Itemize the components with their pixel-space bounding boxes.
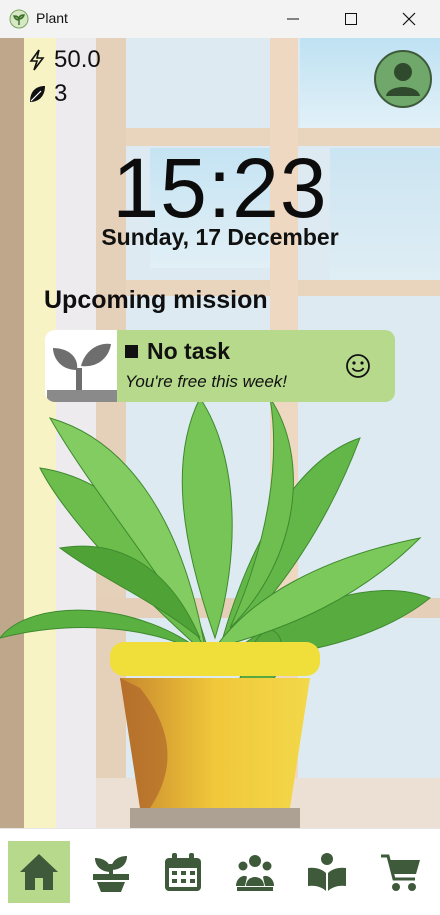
nav-shop[interactable] [370,841,432,903]
nav-home[interactable] [8,841,70,903]
calendar-icon [165,853,201,891]
energy-stat: 50.0 [28,46,101,74]
energy-value: 50.0 [54,46,101,73]
cart-icon [381,854,420,891]
nav-plant[interactable] [80,841,142,903]
minimize-icon [287,18,299,20]
leaf-icon [30,86,45,102]
close-icon [402,12,416,26]
bottom-navigation [0,828,440,915]
sprout-icon [45,330,117,402]
home-icon [20,854,58,890]
nav-calendar[interactable] [152,841,214,903]
maximize-button[interactable] [322,0,380,38]
minimize-button[interactable] [264,0,322,38]
mission-card[interactable]: No task You're free this week! [45,330,395,402]
clock-time: 15:23 [112,141,328,235]
nav-learn[interactable] [296,841,358,903]
clock-date: Sunday, 17 December [101,224,339,250]
maximize-icon [345,13,357,25]
window-title: Plant [36,10,68,26]
app-logo-icon [9,9,29,29]
nav-community[interactable] [224,841,286,903]
community-icon [236,855,274,891]
book-icon [308,853,346,891]
app-window: Plant 50.0 3 15:23 Sunday, 17 December U… [0,0,440,915]
smiley-icon [346,354,370,378]
title-bar: Plant [0,0,440,39]
leaves-value: 3 [54,80,68,107]
profile-avatar-button[interactable] [374,50,432,108]
plant-pot-icon [93,856,129,892]
lightning-icon [29,49,45,71]
mission-subtitle: You're free this week! [125,372,287,391]
close-button[interactable] [380,0,438,38]
mission-thumbnail [45,330,117,402]
user-icon [386,63,420,96]
upcoming-mission-heading: Upcoming mission [44,286,268,314]
mission-title: No task [125,338,230,365]
square-bullet-icon [125,345,138,358]
mission-title-text: No task [147,338,231,364]
home-screen: 50.0 3 15:23 Sunday, 17 December Upcomin… [0,38,440,828]
leaves-stat: 3 [28,80,67,108]
